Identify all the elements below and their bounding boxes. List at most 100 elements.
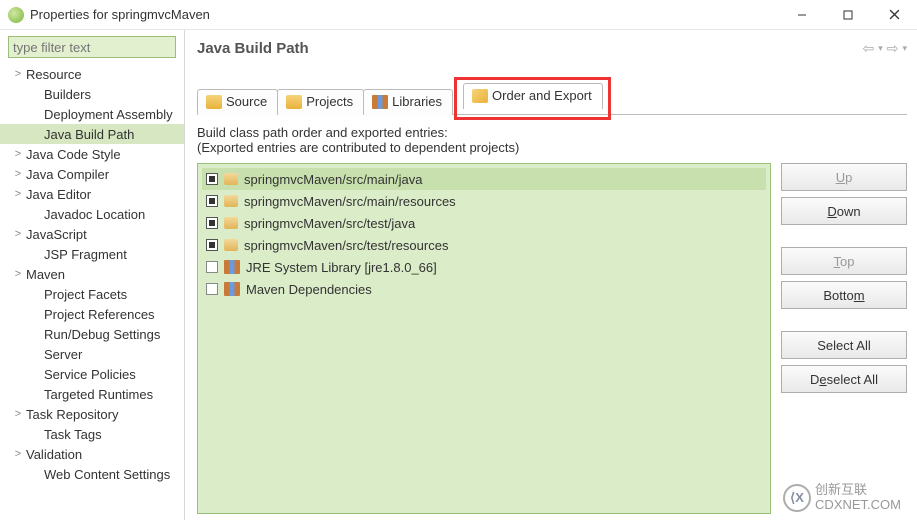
sidebar-item-label: Project References — [44, 307, 155, 322]
sidebar-item-label: Java Build Path — [44, 127, 134, 142]
tab-order-export[interactable]: Order and Export — [463, 83, 603, 109]
watermark-logo-icon: ⟨X — [783, 484, 811, 512]
checkbox[interactable] — [206, 173, 218, 185]
checkbox[interactable] — [206, 217, 218, 229]
list-item[interactable]: springmvcMaven/src/test/java — [202, 212, 766, 234]
expander-icon[interactable]: > — [12, 268, 24, 280]
tab-source[interactable]: Source — [197, 89, 278, 115]
sidebar-item-server[interactable]: Server — [0, 344, 184, 364]
list-item-label: springmvcMaven/src/test/java — [244, 216, 415, 231]
sidebar-item-java-editor[interactable]: >Java Editor — [0, 184, 184, 204]
expander-icon[interactable]: > — [12, 188, 24, 200]
deselect-all-button[interactable]: Deselect All — [781, 365, 907, 393]
libraries-icon — [372, 95, 388, 109]
sidebar-item-label: Builders — [44, 87, 91, 102]
package-icon — [224, 217, 238, 229]
sidebar-item-web-content-settings[interactable]: Web Content Settings — [0, 464, 184, 484]
tab-projects-label: Projects — [306, 94, 353, 109]
library-icon — [224, 282, 240, 296]
watermark-line1: 创新互联 — [815, 483, 901, 497]
sidebar-item-jsp-fragment[interactable]: JSP Fragment — [0, 244, 184, 264]
window-buttons — [779, 0, 917, 30]
checkbox[interactable] — [206, 239, 218, 251]
tab-projects[interactable]: Projects — [277, 89, 364, 115]
sidebar-item-task-tags[interactable]: Task Tags — [0, 424, 184, 444]
sidebar-item-resource[interactable]: >Resource — [0, 64, 184, 84]
back-menu-icon[interactable]: ▾ — [878, 43, 883, 54]
tab-libraries[interactable]: Libraries — [363, 89, 453, 115]
sidebar-item-javascript[interactable]: >JavaScript — [0, 224, 184, 244]
sidebar-item-javadoc-location[interactable]: Javadoc Location — [0, 204, 184, 224]
list-item-label: springmvcMaven/src/main/resources — [244, 194, 456, 209]
expander-icon[interactable]: > — [12, 148, 24, 160]
filter-input[interactable] — [8, 36, 176, 58]
watermark-line2: CDXNET.COM — [815, 498, 901, 512]
description: Build class path order and exported entr… — [197, 125, 907, 155]
title-bar: Properties for springmvcMaven — [0, 0, 917, 30]
window-title: Properties for springmvcMaven — [30, 7, 779, 22]
sidebar-item-label: Server — [44, 347, 82, 362]
sidebar-item-deployment-assembly[interactable]: Deployment Assembly — [0, 104, 184, 124]
sidebar-item-label: Run/Debug Settings — [44, 327, 160, 342]
back-arrow-icon[interactable]: ⇦ — [862, 40, 874, 57]
bottom-button-label: Bottom — [823, 288, 864, 303]
package-icon — [224, 239, 238, 251]
sidebar-item-label: Java Compiler — [26, 167, 109, 182]
maximize-button[interactable] — [825, 0, 871, 30]
list-item-label: springmvcMaven/src/test/resources — [244, 238, 448, 253]
sidebar-item-label: Project Facets — [44, 287, 127, 302]
library-icon — [224, 260, 240, 274]
sidebar-item-label: Maven — [26, 267, 65, 282]
bottom-button[interactable]: Bottom — [781, 281, 907, 309]
sidebar-item-label: JavaScript — [26, 227, 87, 242]
sidebar-item-label: Resource — [26, 67, 82, 82]
checkbox[interactable] — [206, 283, 218, 295]
up-button[interactable]: Up — [781, 163, 907, 191]
sidebar-item-java-build-path[interactable]: Java Build Path — [0, 124, 184, 144]
checkbox[interactable] — [206, 195, 218, 207]
list-item[interactable]: Maven Dependencies — [202, 278, 766, 300]
sidebar-item-maven[interactable]: >Maven — [0, 264, 184, 284]
expander-icon[interactable]: > — [12, 168, 24, 180]
close-button[interactable] — [871, 0, 917, 30]
sidebar-item-run-debug-settings[interactable]: Run/Debug Settings — [0, 324, 184, 344]
sidebar-item-targeted-runtimes[interactable]: Targeted Runtimes — [0, 384, 184, 404]
forward-menu-icon[interactable]: ▾ — [902, 43, 907, 54]
sidebar-item-label: Deployment Assembly — [44, 107, 173, 122]
expander-icon[interactable]: > — [12, 408, 24, 420]
sidebar-item-java-compiler[interactable]: >Java Compiler — [0, 164, 184, 184]
top-button[interactable]: Top — [781, 247, 907, 275]
sidebar-item-task-repository[interactable]: >Task Repository — [0, 404, 184, 424]
button-column: Up Down Top Bottom Select All Deselect A… — [781, 163, 907, 514]
list-item[interactable]: JRE System Library [jre1.8.0_66] — [202, 256, 766, 278]
app-logo-icon — [8, 7, 24, 23]
list-item-label: Maven Dependencies — [246, 282, 372, 297]
expander-icon[interactable]: > — [12, 228, 24, 240]
package-icon — [224, 173, 238, 185]
expander-icon[interactable]: > — [12, 68, 24, 80]
list-item[interactable]: springmvcMaven/src/main/resources — [202, 190, 766, 212]
expander-icon[interactable]: > — [12, 448, 24, 460]
entries-list[interactable]: springmvcMaven/src/main/java springmvcMav… — [197, 163, 771, 514]
nav-history: ⇦ ▾ ⇨ ▾ — [862, 40, 907, 57]
category-tree[interactable]: >ResourceBuildersDeployment AssemblyJava… — [0, 62, 184, 520]
checkbox[interactable] — [206, 261, 218, 273]
highlight-box: Order and Export — [454, 77, 611, 120]
minimize-button[interactable] — [779, 0, 825, 30]
sidebar-item-project-facets[interactable]: Project Facets — [0, 284, 184, 304]
sidebar-item-service-policies[interactable]: Service Policies — [0, 364, 184, 384]
sidebar-item-label: Javadoc Location — [44, 207, 145, 222]
sidebar-item-project-references[interactable]: Project References — [0, 304, 184, 324]
tab-libraries-label: Libraries — [392, 94, 442, 109]
down-button[interactable]: Down — [781, 197, 907, 225]
tab-order-export-label: Order and Export — [492, 88, 592, 103]
package-icon — [224, 195, 238, 207]
sidebar-item-builders[interactable]: Builders — [0, 84, 184, 104]
list-item[interactable]: springmvcMaven/src/test/resources — [202, 234, 766, 256]
list-item[interactable]: springmvcMaven/src/main/java — [202, 168, 766, 190]
sidebar-item-java-code-style[interactable]: >Java Code Style — [0, 144, 184, 164]
forward-arrow-icon[interactable]: ⇨ — [887, 40, 899, 57]
select-all-button[interactable]: Select All — [781, 331, 907, 359]
sidebar-item-validation[interactable]: >Validation — [0, 444, 184, 464]
projects-folder-icon — [286, 95, 302, 109]
